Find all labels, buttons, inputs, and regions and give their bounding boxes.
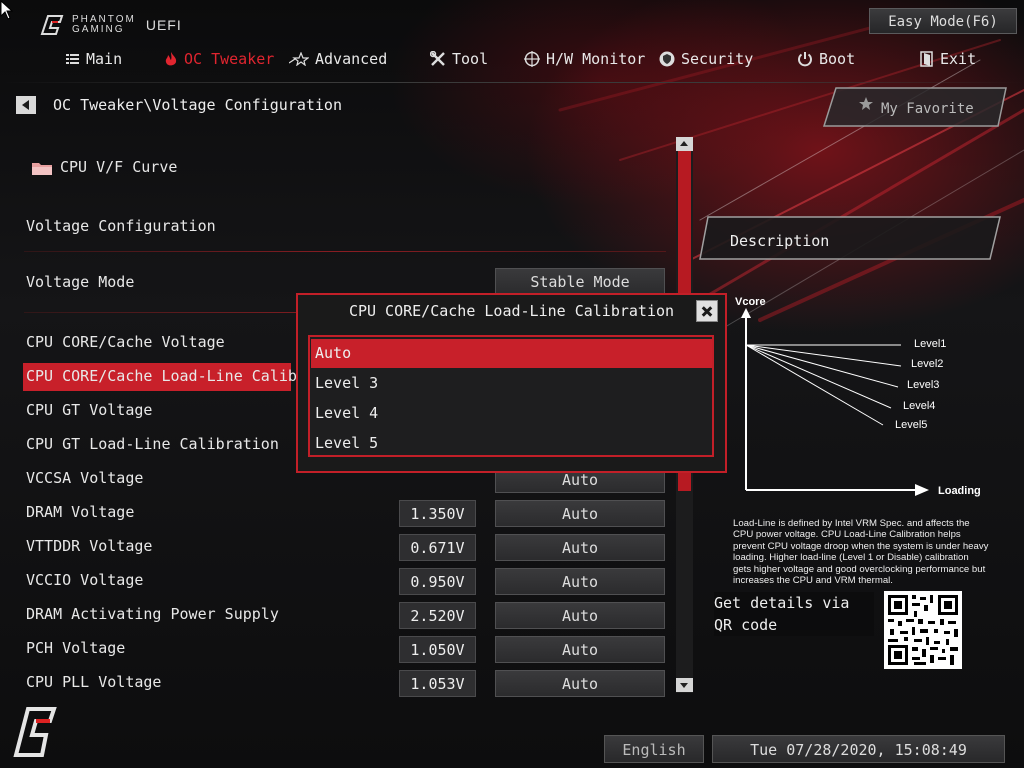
scroll-up-icon[interactable] bbox=[676, 137, 693, 151]
setting-row-label[interactable]: VCCSA Voltage bbox=[26, 469, 143, 487]
tab-tool-label: Tool bbox=[452, 50, 489, 68]
tab-boot[interactable]: Boot bbox=[797, 50, 855, 68]
qr-code-icon bbox=[884, 591, 962, 669]
list-icon bbox=[66, 54, 79, 64]
datetime-display: Tue 07/28/2020, 15:08:49 bbox=[712, 735, 1005, 763]
tools-icon bbox=[430, 51, 445, 66]
phantom-gaming-emblem-icon bbox=[13, 707, 57, 757]
setting-row-label[interactable]: VTTDDR Voltage bbox=[26, 537, 152, 555]
dialog-option[interactable]: Level 5 bbox=[311, 429, 712, 458]
section-title: Voltage Configuration bbox=[26, 217, 216, 235]
setting-option[interactable]: Auto bbox=[495, 568, 665, 595]
phantom-gaming-logo-icon bbox=[40, 15, 64, 35]
mouse-cursor-icon bbox=[0, 0, 14, 20]
setting-row-label[interactable]: CPU GT Load-Line Calibration bbox=[26, 435, 279, 453]
tab-boot-label: Boot bbox=[819, 50, 856, 68]
setting-row-label[interactable]: PCH Voltage bbox=[26, 639, 125, 657]
dialog-option[interactable]: Level 4 bbox=[311, 399, 712, 428]
tab-main[interactable]: Main bbox=[66, 50, 122, 68]
tab-oc-tweaker[interactable]: OC Tweaker bbox=[164, 50, 274, 68]
scroll-down-icon[interactable] bbox=[676, 678, 693, 692]
graph-y-label: Vcore bbox=[735, 296, 766, 308]
breadcrumb: OC Tweaker\Voltage Configuration bbox=[53, 96, 342, 114]
tab-main-label: Main bbox=[86, 50, 123, 68]
graph-level-label: Level5 bbox=[895, 419, 927, 431]
description-text: Load-Line is defined by Intel VRM Spec. … bbox=[733, 518, 989, 587]
tab-hw-monitor[interactable]: H/W Monitor bbox=[524, 50, 645, 68]
setting-option[interactable]: Auto bbox=[495, 534, 665, 561]
power-icon bbox=[798, 52, 812, 67]
graph-level-label: Level4 bbox=[903, 400, 935, 412]
load-line-graph: Vcore Loading Level1 Level2 Level3 Level… bbox=[735, 296, 981, 497]
dialog-title: CPU CORE/Cache Load-Line Calibration bbox=[348, 302, 675, 320]
tab-advanced-label: Advanced bbox=[315, 50, 388, 68]
setting-row-label[interactable]: DRAM Activating Power Supply bbox=[26, 605, 279, 623]
setting-row-label[interactable]: CPU GT Voltage bbox=[26, 401, 152, 419]
star-icon bbox=[289, 52, 309, 66]
nav-divider bbox=[0, 82, 1024, 83]
setting-value: 0.671V bbox=[399, 534, 476, 561]
tab-security-label: Security bbox=[681, 50, 754, 68]
graph-x-label: Loading bbox=[938, 485, 981, 497]
tab-advanced[interactable]: Advanced bbox=[289, 50, 387, 68]
setting-value: 0.950V bbox=[399, 568, 476, 595]
voltage-mode-option[interactable]: Stable Mode bbox=[495, 268, 665, 295]
section-divider bbox=[24, 251, 666, 252]
language-button[interactable]: English bbox=[604, 735, 704, 763]
door-icon bbox=[920, 51, 933, 67]
folder-icon bbox=[32, 163, 52, 175]
setting-option[interactable]: Auto bbox=[495, 500, 665, 527]
brand-uefi: UEFI bbox=[145, 17, 182, 33]
setting-value: 1.350V bbox=[399, 500, 476, 527]
voltage-mode-label: Voltage Mode bbox=[26, 273, 135, 291]
main-nav: Main OC Tweaker Advanced Tool H/W Monito… bbox=[0, 50, 1024, 76]
tab-hw-monitor-label: H/W Monitor bbox=[546, 50, 646, 68]
brand-logo: PHANTOM GAMING UEFI bbox=[38, 14, 182, 36]
flame-icon bbox=[165, 51, 177, 65]
tab-exit[interactable]: Exit bbox=[920, 50, 976, 68]
tab-exit-label: Exit bbox=[940, 50, 977, 68]
tab-tool[interactable]: Tool bbox=[430, 50, 488, 68]
dialog-option[interactable]: Level 3 bbox=[311, 369, 712, 398]
easy-mode-button[interactable]: Easy Mode(F6) bbox=[869, 8, 1017, 34]
close-icon[interactable] bbox=[696, 300, 718, 322]
cpu-vf-curve-submenu[interactable]: CPU V/F Curve bbox=[60, 158, 177, 176]
dialog-option[interactable]: Auto bbox=[311, 339, 712, 368]
setting-value: 1.050V bbox=[399, 636, 476, 663]
setting-row-label[interactable]: CPU PLL Voltage bbox=[26, 673, 161, 691]
my-favorite-label: My Favorite bbox=[881, 101, 974, 117]
shield-icon bbox=[659, 51, 675, 67]
graph-level-label: Level2 bbox=[911, 358, 943, 370]
tab-security[interactable]: Security bbox=[659, 50, 753, 68]
setting-value: 2.520V bbox=[399, 602, 476, 629]
setting-option[interactable]: Auto bbox=[495, 670, 665, 697]
setting-row-label[interactable]: DRAM Voltage bbox=[26, 503, 134, 521]
setting-row-label[interactable]: CPU CORE/Cache Voltage bbox=[26, 333, 225, 351]
qr-caption: Get details via QR code bbox=[714, 592, 874, 636]
graph-level-label: Level3 bbox=[907, 379, 939, 391]
brand-line2: GAMING bbox=[72, 24, 125, 35]
setting-row-label[interactable]: CPU CORE/Cache Load-Line Calibrat bbox=[26, 367, 324, 385]
tab-oc-tweaker-label: OC Tweaker bbox=[184, 50, 275, 68]
setting-row-label[interactable]: VCCIO Voltage bbox=[26, 571, 143, 589]
graph-level-label: Level1 bbox=[914, 338, 946, 350]
setting-option[interactable]: Auto bbox=[495, 602, 665, 629]
description-title: Description bbox=[730, 232, 830, 250]
setting-option[interactable]: Auto bbox=[495, 636, 665, 663]
crosshair-icon bbox=[524, 51, 540, 67]
setting-value: 1.053V bbox=[399, 670, 476, 697]
back-arrow-icon[interactable] bbox=[16, 96, 36, 114]
